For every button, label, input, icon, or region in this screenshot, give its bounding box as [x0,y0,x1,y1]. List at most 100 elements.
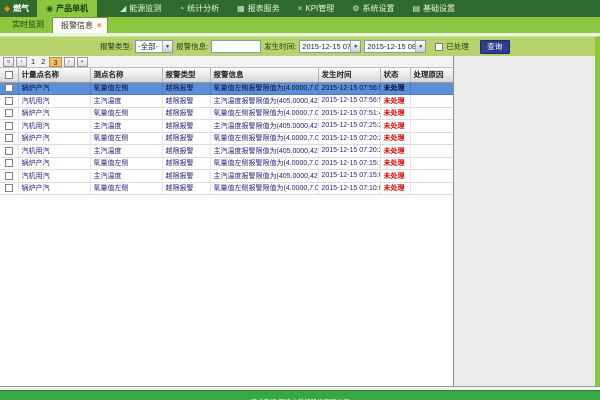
row-checkbox[interactable] [5,147,13,155]
first-page-button[interactable]: « [3,57,14,67]
row-checkbox-cell [0,132,18,145]
footer: 技术支持:源清大科技股份有限公司 [0,390,600,400]
cell-time: 2015-12-15 07:10:01 [318,182,380,195]
cell-message: 氧量值左侧报警限值为(4.0000,7.0000),实际值为3.4521 [210,132,318,145]
row-checkbox[interactable] [5,184,13,192]
page-link[interactable]: 2 [39,57,47,66]
alarm-type-select[interactable]: -全部- ▼ [135,40,173,53]
cell-sensor: 氧量值左侧 [90,182,162,195]
column-header[interactable]: 发生时间 [318,68,380,82]
cell-point: 锅炉产汽 [18,132,90,145]
alarm-type-value: -全部- [136,41,162,52]
time-from-value: 2015-12-15 07:09 [300,42,350,51]
last-page-button[interactable]: » [77,57,88,67]
time-to-input[interactable]: 2015-12-15 08:09 ▼ [364,40,426,53]
cell-sensor: 氧量值左侧 [90,157,162,170]
next-page-button[interactable]: › [64,57,75,67]
processed-checkbox[interactable] [435,43,443,51]
table-row[interactable]: 汽机用汽主汽温度越限报警主汽温度报警限值为(405.0000,420.0000)… [0,170,453,183]
table-row[interactable]: 汽机用汽主汽温度越限报警主汽温度报警限值为(405.0000,420.0000)… [0,95,453,108]
alarm-info-input[interactable] [211,40,261,53]
cell-time: 2015-12-15 07:20:27 [318,132,380,145]
cell-status: 未处理 [380,145,410,158]
cell-time: 2015-12-15 07:20:22 [318,145,380,158]
table-row[interactable]: 锅炉产汽氧量值左侧越限报警氧量值左侧报警限值为(4.0000,7.0000),实… [0,132,453,145]
brand-label: 燃气 [13,3,29,14]
tab-alarm-info[interactable]: 报警信息 × [52,17,108,33]
top-menu-bar: ◆ 燃气 ◉产品单机◢能源监测◔统计分析▦报表服务×KPI管理⚙系统设置▤基础设… [0,0,600,17]
right-panel [453,56,595,386]
table-row[interactable]: 锅炉产汽氧量值左侧越限报警氧量值左侧报警限值为(4.0000,7.0000),实… [0,107,453,120]
table-row[interactable]: 锅炉产汽氧量值左侧越限报警氧量值左侧报警限值为(4.0000,7.0000),实… [0,157,453,170]
row-checkbox[interactable] [5,97,13,105]
cell-type: 越限报警 [162,132,210,145]
tab-bar: 实时监测 报警信息 × [0,17,600,33]
column-header[interactable]: 报警类型 [162,68,210,82]
cell-point: 汽机用汽 [18,145,90,158]
cell-point: 汽机用汽 [18,120,90,133]
row-checkbox-cell [0,107,18,120]
chevron-down-icon[interactable]: ▼ [415,41,425,52]
cell-message: 氧量值左侧报警限值为(4.0000,7.0000),实际值为7.1523 [210,107,318,120]
cell-type: 越限报警 [162,170,210,183]
pagination-bar: «‹123›» [0,56,453,68]
row-checkbox-cell [0,182,18,195]
cell-status: 未处理 [380,157,410,170]
base-icon: ▤ [412,4,420,13]
select-all-checkbox[interactable] [5,71,13,79]
row-checkbox-cell [0,157,18,170]
cell-status: 未处理 [380,107,410,120]
menu-item-label: 产品单机 [56,3,88,14]
filter-bar: 报警类型: -全部- ▼ 报警信息: 发生时间: 2015-12-15 07:0… [0,36,600,56]
column-header[interactable]: 计量点名称 [18,68,90,82]
row-checkbox[interactable] [5,109,13,117]
page-link[interactable]: 1 [29,57,37,66]
table-row[interactable]: 汽机用汽主汽温度越限报警主汽温度报警限值为(405.0000,420.0000)… [0,145,453,158]
table-row[interactable]: 汽机用汽主汽温度越限报警主汽温度报警限值为(405.0000,420.0000)… [0,120,453,133]
header-checkbox-cell [0,68,18,82]
time-from-input[interactable]: 2015-12-15 07:09 ▼ [299,40,361,53]
menu-item-kpi[interactable]: ×KPI管理 [289,0,344,17]
row-checkbox[interactable] [5,159,13,167]
kpi-icon: × [298,4,303,13]
row-checkbox[interactable] [5,84,13,92]
cell-point: 锅炉产汽 [18,157,90,170]
cell-status: 未处理 [380,95,410,108]
row-checkbox-cell [0,145,18,158]
menu-item-basic[interactable]: ▤基础设置 [403,0,464,17]
cell-point: 汽机用汽 [18,95,90,108]
cell-time: 2015-12-15 07:56:53 [318,95,380,108]
row-checkbox[interactable] [5,134,13,142]
column-header[interactable]: 处理原因 [410,68,453,82]
close-icon[interactable]: × [97,23,102,29]
row-checkbox-cell [0,82,18,95]
tab-realtime-monitor[interactable]: 实时监测 [4,19,52,33]
cell-reason [410,182,453,195]
menu-item-report[interactable]: ▦报表服务 [228,0,289,17]
cell-reason [410,170,453,183]
chevron-down-icon[interactable]: ▼ [162,41,172,52]
menu-item-stats[interactable]: ◔统计分析 [170,0,228,17]
table-row[interactable]: 锅炉产汽氧量值左侧越限报警氧量值左侧报警限值为(4.0000,7.0000),实… [0,82,453,95]
cell-time: 2015-12-15 07:51:45 [318,107,380,120]
gear-icon: ⚙ [352,4,359,13]
row-checkbox-cell [0,95,18,108]
row-checkbox[interactable] [5,172,13,180]
menu-item-product[interactable]: ◉产品单机 [37,0,97,17]
grid-icon: ▦ [237,4,245,13]
prev-page-button[interactable]: ‹ [16,57,27,67]
menu-item-system[interactable]: ⚙系统设置 [343,0,403,17]
column-header[interactable]: 状态 [380,68,410,82]
row-checkbox-cell [0,170,18,183]
menu-item-label: 系统设置 [362,3,394,14]
column-header[interactable]: 测点名称 [90,68,162,82]
row-checkbox[interactable] [5,122,13,130]
chevron-down-icon[interactable]: ▼ [350,41,360,52]
menu-item-energy[interactable]: ◢能源监测 [111,0,170,17]
query-button[interactable]: 查询 [480,40,510,54]
cell-type: 越限报警 [162,182,210,195]
alarm-table: 计量点名称测点名称报警类型报警信息发生时间状态处理原因 锅炉产汽氧量值左侧越限报… [0,68,454,195]
column-header[interactable]: 报警信息 [210,68,318,82]
cell-time: 2015-12-15 07:56:58 [318,82,380,95]
table-row[interactable]: 锅炉产汽氧量值左侧越限报警氧量值左侧报警限值为(4.0000,7.0000),实… [0,182,453,195]
